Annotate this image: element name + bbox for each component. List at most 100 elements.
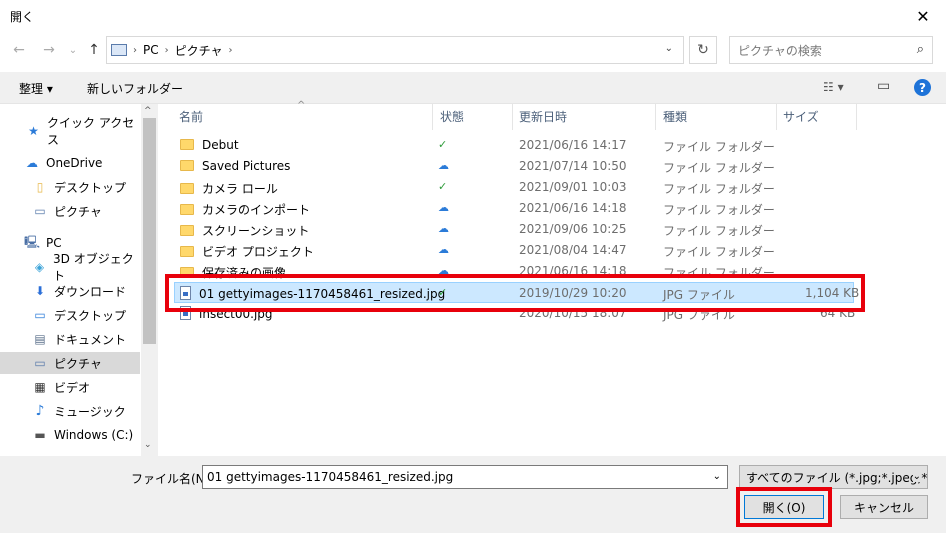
sort-ascending-icon: ^: [297, 100, 306, 111]
sidebar-item-onedrive-desktop[interactable]: ▯ デスクトップ: [0, 176, 140, 198]
desktop-icon: ▭: [34, 308, 46, 322]
column-header-modified[interactable]: 更新日時: [519, 108, 567, 125]
cloud-status-icon: ☁: [438, 243, 449, 256]
column-divider[interactable]: [655, 104, 656, 130]
file-type: ファイル フォルダー: [663, 224, 775, 238]
table-row[interactable]: スクリーンショット ☁ 2021/09/06 10:25 ファイル フォルダー: [174, 219, 854, 240]
music-icon: ♪: [35, 403, 45, 419]
sidebar-item-label: ビデオ: [54, 380, 91, 395]
column-divider[interactable]: [512, 104, 513, 130]
column-divider[interactable]: [432, 104, 433, 130]
sidebar-item-pictures[interactable]: ▭ ピクチャ: [0, 352, 140, 374]
file-modified: 2021/06/16 14:18: [519, 201, 627, 215]
column-divider[interactable]: [856, 104, 857, 130]
sidebar-item-onedrive[interactable]: ☁ OneDrive: [0, 152, 140, 174]
sidebar-item-label: クイック アクセス: [47, 116, 135, 147]
column-divider[interactable]: [776, 104, 777, 130]
preview-pane-button[interactable]: ▭: [877, 78, 890, 94]
column-header-name[interactable]: 名前: [179, 108, 203, 125]
highlight-box-open-button: [736, 487, 832, 527]
column-header-status[interactable]: 状態: [440, 108, 464, 125]
sidebar-item-label: 3D オブジェクト: [53, 252, 134, 283]
sidebar-item-downloads[interactable]: ⬇ ダウンロード: [0, 280, 140, 302]
scroll-down-icon[interactable]: ⌄: [144, 440, 152, 450]
table-row[interactable]: Debut ✓ 2021/06/16 14:17 ファイル フォルダー: [174, 135, 854, 156]
pictures-icon: [111, 44, 127, 56]
file-type: ファイル フォルダー: [663, 203, 775, 217]
column-header-size[interactable]: サイズ: [783, 108, 819, 125]
sidebar-item-desktop[interactable]: ▭ デスクトップ: [0, 304, 140, 326]
close-button[interactable]: ✕: [900, 0, 946, 32]
sidebar-item-label: ピクチャ: [54, 356, 102, 371]
refresh-button[interactable]: ↻: [689, 36, 717, 64]
address-bar[interactable]: › PC › ピクチャ › ⌄: [106, 36, 684, 64]
sidebar-item-music[interactable]: ♪ ミュージック: [0, 400, 140, 422]
folder-icon: [180, 246, 194, 257]
scroll-up-icon[interactable]: ^: [144, 106, 152, 116]
file-name: ビデオ プロジェクト: [202, 245, 314, 259]
file-name: Debut: [202, 138, 239, 152]
sidebar-item-label: OneDrive: [46, 156, 103, 170]
organize-button[interactable]: 整理 ▾: [19, 80, 53, 97]
sidebar-item-documents[interactable]: ▤ ドキュメント: [0, 328, 140, 350]
recent-locations-button[interactable]: ⌄: [62, 39, 84, 61]
star-icon: ★: [28, 124, 39, 138]
document-icon: ▤: [34, 332, 46, 346]
cloud-status-icon: ☁: [438, 159, 449, 172]
video-icon: ▦: [34, 380, 46, 394]
table-row[interactable]: カメラのインポート ☁ 2021/06/16 14:18 ファイル フォルダー: [174, 198, 854, 219]
column-header-type[interactable]: 種類: [663, 108, 687, 125]
breadcrumb-pictures[interactable]: ピクチャ: [175, 42, 223, 59]
view-options-button[interactable]: ☷ ▾: [823, 80, 844, 94]
chevron-right-icon: ›: [164, 44, 169, 56]
folder-icon: [180, 160, 194, 171]
folder-icon: [180, 225, 194, 236]
filename-value: 01 gettyimages-1170458461_resized.jpg: [207, 470, 454, 484]
synced-check-icon: ✓: [438, 138, 448, 151]
folder-icon: [180, 139, 194, 150]
file-type: ファイル フォルダー: [663, 245, 775, 259]
sidebar-item-quick-access[interactable]: ★ クイック アクセス: [0, 116, 140, 147]
file-modified: 2021/07/14 10:50: [519, 159, 627, 173]
cube-icon: ◈: [34, 260, 45, 274]
cancel-button[interactable]: キャンセル: [840, 495, 928, 519]
file-modified: 2021/06/16 14:17: [519, 138, 627, 152]
sidebar-item-label: ダウンロード: [54, 284, 127, 299]
filename-input[interactable]: 01 gettyimages-1170458461_resized.jpg ⌄: [202, 465, 728, 489]
filetype-select[interactable]: すべてのファイル (*.jpg;*.jpeg;*.bmp ⌄: [739, 465, 928, 489]
file-type: ファイル フォルダー: [663, 161, 775, 175]
filetype-value: すべてのファイル (*.jpg;*.jpeg;*.bmp: [746, 470, 928, 485]
table-row[interactable]: カメラ ロール ✓ 2021/09/01 10:03 ファイル フォルダー: [174, 177, 854, 198]
sidebar-item-label: ドキュメント: [54, 332, 127, 347]
chevron-right-icon: ›: [228, 44, 233, 56]
sidebar-item-label: Windows (C:): [54, 428, 134, 442]
sidebar-item-3d-objects[interactable]: ◈ 3D オブジェクト: [0, 252, 140, 283]
file-name: スクリーンショット: [202, 224, 310, 238]
synced-check-icon: ✓: [438, 180, 448, 193]
new-folder-button[interactable]: 新しいフォルダー: [87, 80, 183, 97]
cloud-status-icon: ☁: [438, 201, 449, 214]
search-input[interactable]: ピクチャの検索 ⌕: [729, 36, 933, 64]
cloud-status-icon: ☁: [438, 222, 449, 235]
download-icon: ⬇: [34, 284, 46, 298]
forward-button[interactable]: →: [38, 39, 60, 61]
breadcrumb-pc[interactable]: PC: [143, 43, 159, 57]
help-button[interactable]: ?: [914, 79, 931, 96]
table-row[interactable]: ビデオ プロジェクト ☁ 2021/08/04 14:47 ファイル フォルダー: [174, 240, 854, 261]
back-button[interactable]: ←: [8, 39, 30, 61]
chevron-down-icon[interactable]: ⌄: [713, 471, 721, 482]
sidebar-item-label: ピクチャ: [54, 204, 102, 219]
chevron-down-icon[interactable]: ⌄: [912, 471, 921, 482]
table-row[interactable]: Saved Pictures ☁ 2021/07/14 10:50 ファイル フ…: [174, 156, 854, 177]
navigation-pane: ★ クイック アクセス ☁ OneDrive ▯ デスクトップ ▭ ピクチャ 🖳…: [0, 104, 158, 456]
sidebar-item-label: デスクトップ: [54, 180, 127, 195]
sidebar-item-windows-c[interactable]: ▬ Windows (C:): [0, 424, 140, 446]
pictures-icon: ▭: [34, 356, 46, 370]
sidebar-item-onedrive-pictures[interactable]: ▭ ピクチャ: [0, 200, 140, 222]
sidebar-item-label: デスクトップ: [54, 308, 127, 323]
sidebar-item-videos[interactable]: ▦ ビデオ: [0, 376, 140, 398]
file-name: カメラのインポート: [202, 203, 311, 217]
up-button[interactable]: ↑: [83, 39, 105, 61]
sidebar-scroll-thumb[interactable]: [143, 118, 156, 344]
chevron-down-icon[interactable]: ⌄: [665, 43, 673, 54]
